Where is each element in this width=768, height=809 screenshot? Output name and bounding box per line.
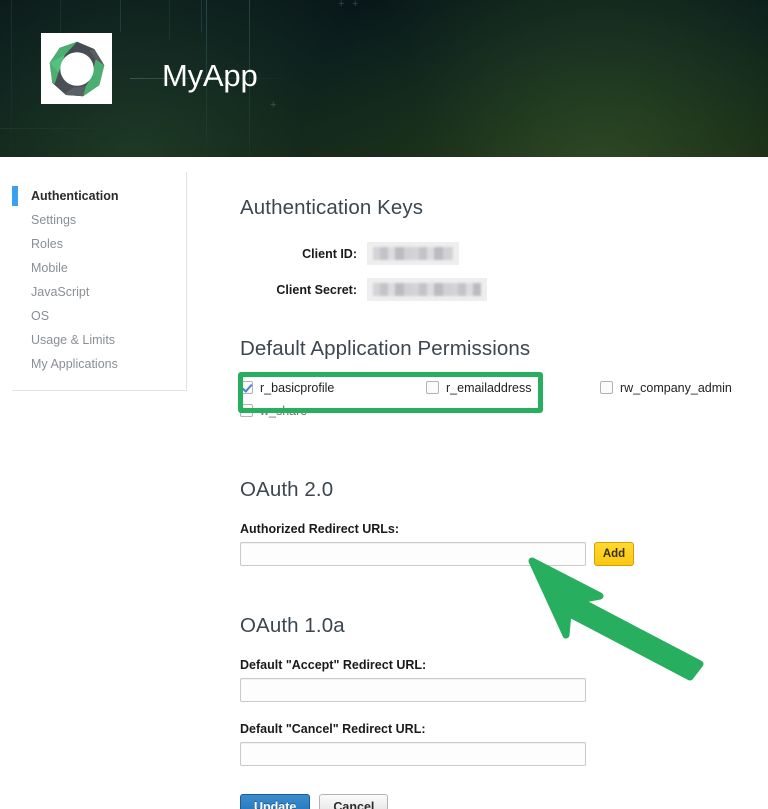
oauth1a-heading: OAuth 1.0a [240, 614, 345, 637]
add-redirect-url-button[interactable]: Add [594, 542, 634, 566]
form-actions: Update Cancel [240, 794, 760, 809]
sidebar-item-label: OS [31, 309, 50, 323]
sidebar-item-authentication[interactable]: Authentication [12, 184, 186, 208]
sidebar-item-label: Roles [31, 237, 63, 251]
permission-w-share[interactable]: w_share [240, 404, 426, 418]
permission-label: w_share [260, 403, 308, 418]
oauth2-heading: OAuth 2.0 [240, 478, 334, 501]
authorized-redirect-urls-label: Authorized Redirect URLs: [240, 522, 400, 536]
sidebar-item-label: Mobile [31, 261, 68, 275]
client-secret-label: Client Secret: [276, 282, 357, 297]
sidebar-nav: Authentication Settings Roles Mobile Jav… [12, 172, 187, 391]
permissions-row: r_basicprofile r_emailaddress rw_company… [240, 376, 760, 399]
sidebar-item-label: Settings [31, 213, 77, 227]
main-content: Authentication Keys Client ID: Client Se… [238, 196, 760, 809]
sidebar-item-my-applications[interactable]: My Applications [12, 352, 186, 376]
authentication-keys-heading: Authentication Keys [240, 196, 424, 219]
app-header: + + + MyApp [0, 0, 768, 157]
sidebar-item-label: Authentication [31, 189, 119, 203]
page-root: + + + MyApp Authentication Settings Role… [0, 0, 768, 809]
permission-label: rw_company_admin [620, 380, 732, 395]
client-secret-row: Client Secret: [240, 278, 760, 301]
permission-label: r_emailaddress [446, 380, 532, 395]
sidebar-item-mobile[interactable]: Mobile [12, 256, 186, 280]
permission-rw-company-admin[interactable]: rw_company_admin [600, 381, 760, 395]
permissions-row: w_share [240, 399, 760, 422]
sidebar-item-label: Usage & Limits [31, 333, 116, 347]
permissions-grid: r_basicprofile r_emailaddress rw_company… [238, 372, 760, 422]
client-id-value-redacted [367, 242, 459, 265]
polygon-ring-logo-icon [49, 41, 104, 96]
plus-mark-icon: + [338, 0, 345, 10]
checkbox-icon[interactable] [426, 381, 439, 394]
sidebar-item-usage-and-limits[interactable]: Usage & Limits [12, 328, 186, 352]
header-background-pattern: + + + [0, 0, 768, 157]
sidebar-item-javascript[interactable]: JavaScript [12, 280, 186, 304]
client-secret-value-redacted [367, 278, 487, 301]
permissions-heading: Default Application Permissions [240, 337, 531, 360]
checkbox-icon[interactable] [240, 381, 253, 394]
app-title: MyApp [162, 58, 258, 93]
redaction-blur [373, 247, 453, 260]
cancel-redirect-url-label: Default "Cancel" Redirect URL: [240, 722, 426, 736]
accept-redirect-url-input[interactable] [240, 678, 586, 702]
permission-label: r_basicprofile [260, 380, 335, 395]
permission-r-emailaddress[interactable]: r_emailaddress [426, 381, 600, 395]
redaction-blur [373, 283, 481, 296]
cancel-button[interactable]: Cancel [319, 794, 389, 809]
authorized-redirect-urls-input[interactable] [240, 542, 586, 566]
authorized-redirect-urls-row: Add [240, 542, 760, 566]
checkbox-icon[interactable] [240, 404, 253, 417]
sidebar-item-os[interactable]: OS [12, 304, 186, 328]
cancel-redirect-url-input[interactable] [240, 742, 586, 766]
plus-mark-icon: + [352, 0, 359, 10]
accept-redirect-url-label: Default "Accept" Redirect URL: [240, 658, 427, 672]
authentication-keys-group: Client ID: Client Secret: [240, 242, 760, 301]
sidebar-item-settings[interactable]: Settings [12, 208, 186, 232]
client-id-row: Client ID: [240, 242, 760, 265]
sidebar-item-label: JavaScript [31, 285, 90, 299]
checkbox-icon[interactable] [600, 381, 613, 394]
app-logo [41, 33, 112, 104]
permission-r-basicprofile[interactable]: r_basicprofile [240, 381, 426, 395]
client-id-label: Client ID: [302, 246, 357, 261]
sidebar-item-roles[interactable]: Roles [12, 232, 186, 256]
sidebar-item-label: My Applications [31, 357, 118, 371]
update-button[interactable]: Update [240, 794, 311, 809]
plus-mark-icon: + [270, 99, 277, 111]
